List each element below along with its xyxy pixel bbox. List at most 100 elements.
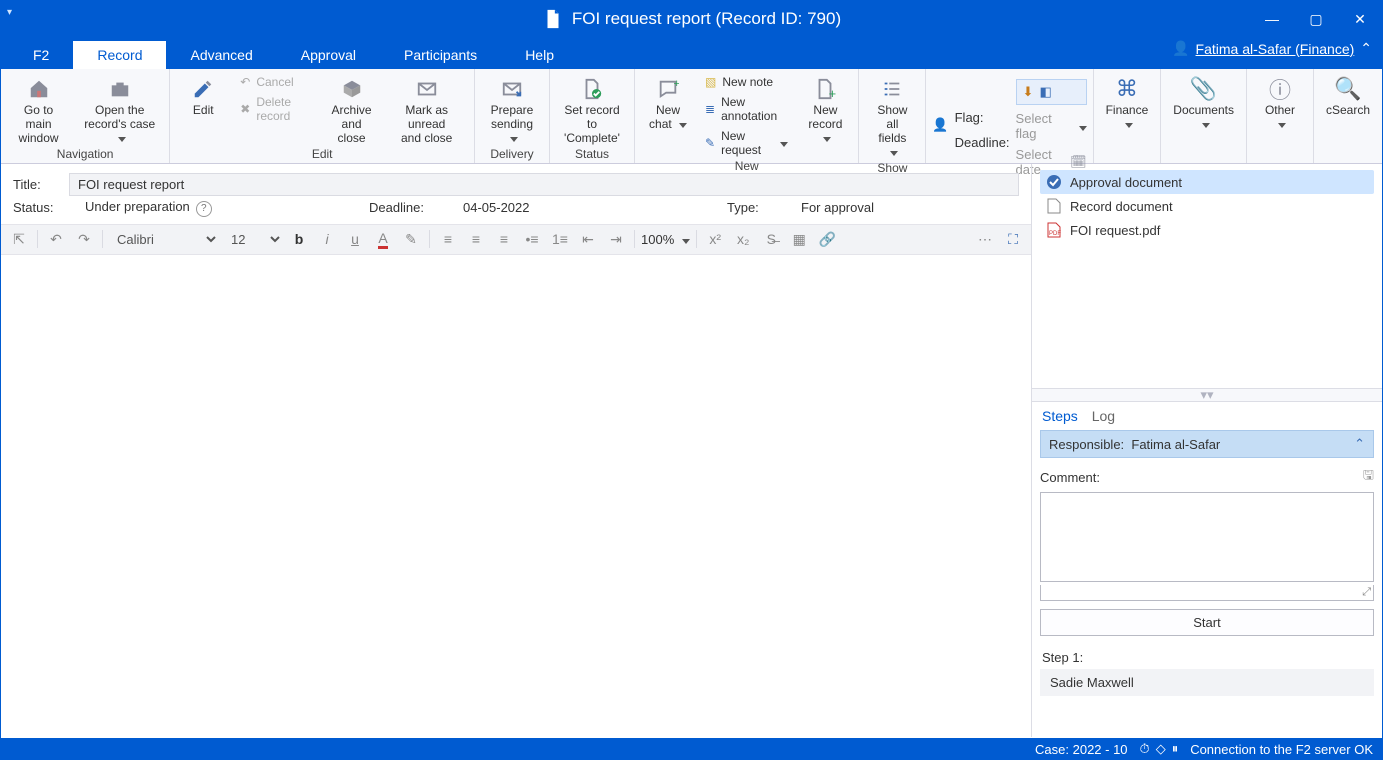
archive-close-button[interactable]: Archiveand close [324, 73, 380, 147]
toolbar-popout-icon[interactable]: ⇱ [7, 227, 31, 251]
fontcolor-icon[interactable]: A [371, 227, 395, 251]
qat-dropdown-icon[interactable]: ▾ [7, 7, 12, 18]
check-circle-icon [1046, 174, 1062, 190]
zoom-caret-icon[interactable] [678, 232, 690, 247]
go-main-window-button[interactable]: Go to mainwindow [7, 73, 70, 147]
italic-icon[interactable]: i [315, 227, 339, 251]
tab-approval[interactable]: Approval [277, 41, 380, 69]
open-records-case-button[interactable]: Open therecord's case [76, 73, 163, 147]
editor-body[interactable] [1, 255, 1031, 738]
svg-text:PDF: PDF [1049, 231, 1061, 237]
set-complete-button[interactable]: Set record to'Complete' [556, 73, 628, 147]
expand-editor-icon[interactable]: ⛶ [1001, 227, 1025, 251]
tab-participants[interactable]: Participants [380, 41, 501, 69]
status-label: Status: [13, 200, 61, 215]
group-label-delivery: Delivery [490, 147, 533, 162]
envelope-icon [416, 78, 438, 100]
timer-icon[interactable]: ⏱ [1140, 741, 1150, 757]
status-value: Under preparation [85, 199, 190, 214]
window-title: FOI request report (Record ID: 790) [572, 9, 841, 29]
link-icon[interactable]: 🔗 [815, 227, 839, 251]
select-flag-dropdown[interactable]: ⬇ ◧ [1016, 79, 1087, 105]
collapse-ribbon-icon[interactable]: ⌃ [1360, 40, 1372, 57]
type-value: For approval [801, 200, 874, 215]
show-all-fields-button[interactable]: Show allfields [865, 73, 919, 161]
table-icon[interactable]: ▦ [787, 227, 811, 251]
align-center-icon[interactable]: ≡ [464, 227, 488, 251]
new-note-button[interactable]: ▧New note [701, 73, 792, 91]
zoom-value[interactable]: 100% [641, 232, 674, 247]
expand-comment-icon[interactable]: ⤢ [1362, 586, 1371, 598]
step1-value[interactable]: Sadie Maxwell [1040, 669, 1374, 696]
request-icon: ✎ [705, 136, 715, 150]
doc-approval[interactable]: Approval document [1040, 170, 1374, 194]
tab-f2[interactable]: F2 [9, 41, 73, 69]
group-label-navigation: Navigation [57, 147, 114, 162]
doc-foi-pdf[interactable]: PDF FOI request.pdf [1040, 218, 1374, 242]
log-tab[interactable]: Log [1092, 408, 1115, 424]
other-button[interactable]: ⓘOther [1253, 73, 1307, 133]
prepare-sending-button[interactable]: Preparesending [481, 73, 543, 147]
align-right-icon[interactable]: ≡ [492, 227, 516, 251]
tab-help[interactable]: Help [501, 41, 578, 69]
font-select[interactable]: Calibri [109, 229, 219, 250]
chat-plus-icon: + [657, 78, 679, 100]
pause-icon[interactable]: ⏸ [1172, 741, 1179, 757]
document-icon [542, 8, 564, 30]
indent-icon[interactable]: ⇥ [604, 227, 628, 251]
doc-label: FOI request.pdf [1070, 223, 1160, 238]
user-name[interactable]: Fatima al-Safar (Finance) [1196, 41, 1355, 57]
envelope-arrow-icon [501, 78, 523, 100]
csearch-button[interactable]: 🔍cSearch [1320, 73, 1376, 119]
new-record-button[interactable]: + Newrecord [798, 73, 852, 147]
save-icon[interactable]: 🖫 [1363, 466, 1374, 488]
finance-button[interactable]: ⌘Finance [1100, 73, 1155, 133]
responsible-bar[interactable]: Responsible: Fatima al-Safar ⌃ [1040, 430, 1374, 458]
doc-label: Approval document [1070, 175, 1182, 190]
bold-icon[interactable]: b [287, 227, 311, 251]
superscript-icon[interactable]: x² [703, 227, 727, 251]
tag-icon[interactable]: ◇ [1156, 741, 1166, 757]
title-input[interactable]: FOI request report [69, 173, 1019, 196]
strike-icon[interactable]: S̶ [759, 227, 783, 251]
user-icon: 👤 [1172, 40, 1189, 57]
list-bullet-icon[interactable]: •≡ [520, 227, 544, 251]
select-flag-text[interactable]: Select flag [1016, 111, 1067, 141]
ribbon: Go to mainwindow Open therecord's case N… [1, 69, 1382, 164]
new-chat-button[interactable]: + Newchat [641, 73, 695, 133]
status-help-icon[interactable]: ? [196, 201, 212, 217]
outdent-icon[interactable]: ⇤ [576, 227, 600, 251]
download-icon: ⬇ [1023, 84, 1034, 100]
redo-icon[interactable]: ↷ [72, 227, 96, 251]
fontsize-select[interactable]: 12 [223, 229, 283, 250]
comment-textarea[interactable] [1040, 492, 1374, 582]
edit-button[interactable]: Edit [176, 73, 230, 119]
note-icon: ▧ [705, 75, 716, 89]
steps-tab[interactable]: Steps [1042, 408, 1078, 424]
chevron-up-icon[interactable]: ⌃ [1354, 436, 1365, 452]
underline-icon[interactable]: u [343, 227, 367, 251]
documents-button[interactable]: 📎Documents [1167, 73, 1240, 133]
status-bar: Case: 2022 - 10 ⏱ ◇ ⏸ Connection to the … [0, 738, 1383, 760]
subscript-icon[interactable]: x₂ [731, 227, 755, 251]
align-left-icon[interactable]: ≡ [436, 227, 460, 251]
minimize-button[interactable]: — [1250, 1, 1294, 37]
horizontal-splitter[interactable]: ▾▾ [1032, 388, 1382, 402]
annotation-icon: ≣ [705, 102, 715, 116]
person-icon: 👤 [932, 117, 948, 133]
case-info[interactable]: Case: 2022 - 10 [1035, 742, 1128, 757]
more-icon[interactable]: ⋯ [973, 227, 997, 251]
close-button[interactable]: ✕ [1338, 1, 1382, 37]
maximize-button[interactable]: ▢ [1294, 1, 1338, 37]
undo-icon[interactable]: ↶ [44, 227, 68, 251]
tab-advanced[interactable]: Advanced [166, 41, 276, 69]
tab-record[interactable]: Record [73, 41, 166, 69]
flag-caret-icon[interactable] [1075, 119, 1087, 134]
doc-record[interactable]: Record document [1040, 194, 1374, 218]
list-number-icon[interactable]: 1≡ [548, 227, 572, 251]
new-request-button[interactable]: ✎New request [701, 127, 792, 159]
highlight-icon[interactable]: ✎ [399, 227, 423, 251]
start-button[interactable]: Start [1040, 609, 1374, 636]
new-annotation-button[interactable]: ≣New annotation [701, 93, 792, 125]
mark-unread-close-button[interactable]: Mark as unreadand close [385, 73, 468, 147]
